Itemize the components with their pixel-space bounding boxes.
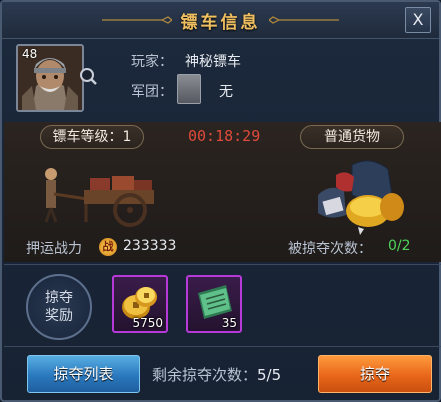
- remaining-robs-value: 5/5: [257, 366, 282, 384]
- rob-list-button[interactable]: 掠夺列表: [27, 355, 140, 393]
- player-name: 神秘镖车: [185, 54, 241, 70]
- reward-item-gold[interactable]: 5750: [112, 275, 168, 333]
- remaining-robs-label: 剩余掠夺次数：: [152, 366, 258, 384]
- guild-value: 无: [219, 84, 233, 100]
- escort-cart-icon: [44, 168, 154, 227]
- player-label: 玩家：: [131, 54, 173, 70]
- rob-reward-label-line2: 奖励: [45, 308, 73, 324]
- remaining-robs: 剩余掠夺次数：5/5: [152, 364, 281, 385]
- magnifier-icon[interactable]: [78, 66, 98, 86]
- cart-info-panel: 镖车信息 X 48 玩家： 神秘镖车 军团： 无 镖车等级：1 00:18:29: [0, 0, 441, 402]
- guild-label: 军团：: [131, 84, 173, 100]
- window-title: 镖车信息: [180, 13, 261, 33]
- escort-power-label: 押运战力: [26, 241, 82, 257]
- cargo-type: 普通货物: [300, 125, 404, 149]
- cargo-bags-icon: [318, 160, 404, 235]
- title-right-ornament: [269, 16, 339, 24]
- player-avatar[interactable]: 48: [16, 44, 84, 112]
- rob-reward-label: 掠夺 奖励: [26, 274, 92, 340]
- reward-item-book[interactable]: 35: [186, 275, 242, 333]
- rob-reward-label-line1: 掠夺: [45, 290, 73, 306]
- cart-level: 镖车等级：1: [40, 125, 144, 149]
- footer-divider: [4, 346, 441, 347]
- player-level: 48: [22, 47, 38, 61]
- close-button[interactable]: X: [405, 7, 431, 33]
- escort-power-value: 233333: [123, 238, 177, 254]
- guild-badge-icon: [177, 74, 201, 104]
- robbed-count-label: 被掠夺次数：: [288, 241, 372, 257]
- rob-button[interactable]: 掠夺: [318, 355, 432, 393]
- reward-item-book-count: 35: [221, 316, 237, 330]
- title-bar: 镖车信息 X: [2, 2, 439, 39]
- countdown-timer: 00:18:29: [188, 127, 261, 145]
- reward-item-gold-count: 5750: [132, 316, 163, 330]
- battle-power-icon: 战: [99, 238, 117, 256]
- robbed-count-value: 0/2: [388, 238, 411, 254]
- section-divider: [4, 264, 441, 265]
